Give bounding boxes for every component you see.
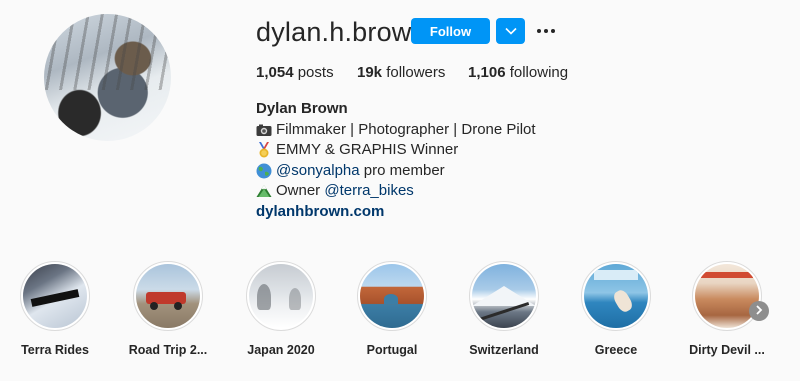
bio-line-2: EMMY & GRAPHIS Winner bbox=[256, 140, 536, 161]
highlight-greece[interactable]: Greece bbox=[566, 261, 666, 357]
bio-line-1: Filmmaker | Photographer | Drone Pilot bbox=[256, 120, 536, 141]
red-truck-thumbnail bbox=[136, 264, 200, 328]
bio-line-3: @sonyalpha pro member bbox=[256, 161, 536, 182]
following-link[interactable]: 1,106 following bbox=[468, 64, 568, 81]
highlight-japan-2020[interactable]: Japan 2020 bbox=[231, 261, 331, 357]
mountain-icon bbox=[256, 183, 272, 199]
highlight-road-trip[interactable]: Road Trip 2... bbox=[118, 261, 218, 357]
medal-icon bbox=[256, 142, 272, 158]
profile-bio: Dylan Brown Filmmaker | Photographer | D… bbox=[256, 99, 536, 222]
follow-button[interactable]: Follow bbox=[411, 18, 490, 44]
foggy-snow-thumbnail bbox=[249, 264, 313, 328]
posts-count: 1,054 posts bbox=[256, 64, 334, 81]
highlight-terra-rides[interactable]: Terra Rides bbox=[5, 261, 105, 357]
profile-header: dylan.h.brown bbox=[256, 16, 427, 48]
profile-full-name: Dylan Brown bbox=[256, 100, 348, 117]
camera-icon bbox=[256, 122, 272, 138]
highlights-next-button[interactable] bbox=[749, 301, 769, 321]
mountain-thumbnail bbox=[472, 264, 536, 328]
highlight-switzerland[interactable]: Switzerland bbox=[454, 261, 554, 357]
followers-link[interactable]: 19k followers bbox=[357, 64, 468, 81]
chevron-down-icon bbox=[504, 22, 517, 40]
profile-website-link[interactable]: dylanhbrown.com bbox=[256, 202, 536, 223]
profile-stats: 1,054 posts 19k followers 1,106 followin… bbox=[256, 64, 568, 81]
suggested-accounts-dropdown-button[interactable] bbox=[496, 18, 525, 44]
more-options-button[interactable] bbox=[534, 22, 558, 40]
bio-line-4: Owner @terra_bikes bbox=[256, 181, 536, 202]
story-highlights: Terra Rides Road Trip 2... Japan 2020 Po… bbox=[0, 261, 800, 381]
profile-username: dylan.h.brown bbox=[256, 17, 427, 47]
canyon-thumbnail bbox=[695, 264, 759, 328]
sea-dive-thumbnail bbox=[584, 264, 648, 328]
chevron-right-icon bbox=[755, 302, 763, 320]
globe-icon bbox=[256, 163, 272, 179]
more-horizontal-icon bbox=[537, 29, 555, 33]
highlight-portugal[interactable]: Portugal bbox=[342, 261, 442, 357]
snow-bike-thumbnail bbox=[23, 264, 87, 328]
profile-avatar[interactable] bbox=[44, 14, 171, 141]
rock-arch-thumbnail bbox=[360, 264, 424, 328]
terra-bikes-mention-link[interactable]: @terra_bikes bbox=[324, 181, 413, 202]
sonyalpha-mention-link[interactable]: @sonyalpha bbox=[276, 161, 360, 182]
